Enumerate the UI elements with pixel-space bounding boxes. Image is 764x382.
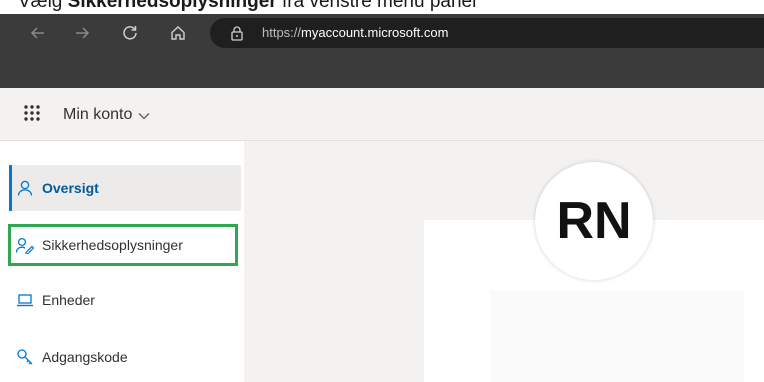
home-icon[interactable] (164, 19, 192, 47)
sidebar-item-password[interactable]: Adgangskode (9, 334, 241, 380)
sidebar-item-label: Adgangskode (42, 349, 128, 365)
instruction-bold: Sikkerhedsoplysninger (67, 0, 277, 12)
instruction-banner: Vælg Sikkerhedsoplysninger fra venstre m… (0, 0, 764, 14)
lock-icon[interactable] (230, 25, 244, 46)
sidebar-item-label: Oversigt (42, 180, 99, 196)
instruction-prefix: Vælg (18, 0, 68, 12)
back-icon[interactable] (24, 19, 52, 47)
sidebar-item-overview[interactable]: Oversigt (9, 165, 241, 211)
sidebar: Oversigt Sikkerhedsoplysninger Enheder A… (0, 141, 244, 382)
address-bar[interactable]: https://myaccount.microsoft.com (210, 18, 764, 48)
forward-icon[interactable] (68, 19, 96, 47)
url-host: myaccount.microsoft.com (301, 25, 449, 40)
main-content: RN (244, 141, 764, 382)
app-header: Min konto (0, 88, 764, 141)
laptop-icon (15, 290, 35, 310)
avatar[interactable]: RN (535, 162, 653, 280)
refresh-icon[interactable] (116, 19, 144, 47)
app-launcher-icon[interactable] (22, 103, 42, 128)
person-icon (15, 178, 35, 198)
key-icon (15, 347, 35, 367)
account-menu[interactable]: Min konto (63, 105, 150, 125)
highlight-box (8, 224, 238, 266)
chevron-down-icon (138, 107, 150, 125)
sidebar-item-label: Enheder (42, 292, 95, 308)
instruction-suffix: fra venstre menu panel (276, 0, 477, 12)
page-title: Min konto (63, 106, 133, 123)
loading-placeholder (490, 290, 744, 382)
sidebar-item-devices[interactable]: Enheder (9, 277, 241, 323)
url-text[interactable]: https://myaccount.microsoft.com (262, 25, 448, 40)
url-scheme: https:// (262, 25, 302, 40)
avatar-initials: RN (556, 192, 632, 250)
browser-toolbar: https://myaccount.microsoft.com (0, 14, 764, 88)
instruction-text: Vælg Sikkerhedsoplysninger fra venstre m… (18, 0, 476, 13)
